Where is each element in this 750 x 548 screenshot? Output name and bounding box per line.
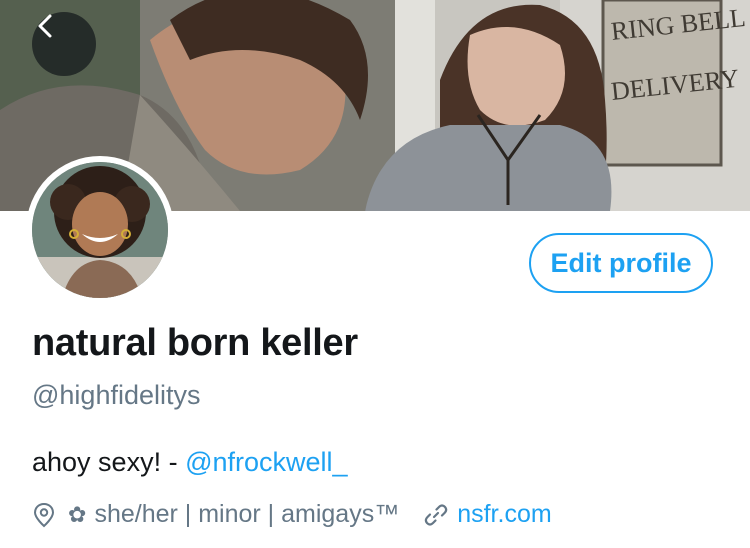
- edit-profile-button[interactable]: Edit profile: [529, 233, 713, 293]
- username-handle: @highfidelitys: [32, 380, 201, 410]
- display-name: natural born keller: [32, 322, 358, 364]
- avatar-image: [32, 162, 168, 298]
- website-link[interactable]: nsfr.com: [457, 500, 551, 529]
- location-pin-icon: [32, 502, 56, 528]
- profile-meta: ✿ she/her | minor | amigays™ nsfr.com: [32, 500, 552, 529]
- bio-text: ahoy sexy! -: [32, 447, 186, 477]
- avatar-illustration: [32, 162, 168, 298]
- bio-mention-link[interactable]: @nfrockwell_: [185, 447, 347, 477]
- avatar[interactable]: [26, 156, 174, 304]
- back-button[interactable]: [32, 12, 96, 76]
- location-text: she/her | minor | amigays™: [94, 500, 400, 528]
- back-arrow-icon: [38, 14, 52, 38]
- link-icon: [423, 502, 449, 528]
- flower-icon: ✿: [68, 501, 87, 527]
- bio: ahoy sexy! - @nfrockwell_: [32, 447, 348, 478]
